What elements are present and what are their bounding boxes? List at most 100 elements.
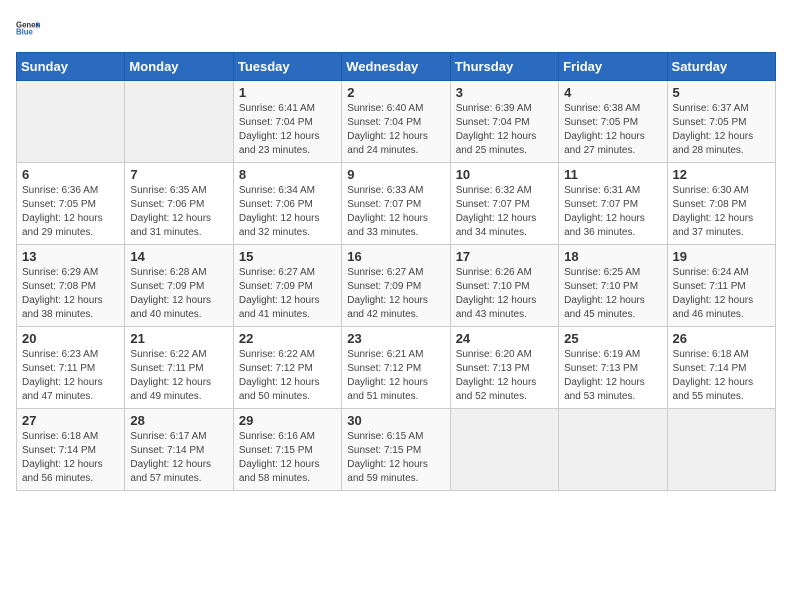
day-info: Sunrise: 6:22 AMSunset: 7:12 PMDaylight:… (239, 348, 336, 404)
day-info: Sunrise: 6:40 AMSunset: 7:04 PMDaylight:… (347, 102, 444, 158)
calendar-cell: 13Sunrise: 6:29 AMSunset: 7:08 PMDayligh… (17, 245, 125, 327)
generalblue-logo-icon: General Blue (16, 16, 40, 40)
calendar-cell: 16Sunrise: 6:27 AMSunset: 7:09 PMDayligh… (342, 245, 450, 327)
day-info: Sunrise: 6:37 AMSunset: 7:05 PMDaylight:… (673, 102, 770, 158)
day-info: Sunrise: 6:32 AMSunset: 7:07 PMDaylight:… (456, 184, 553, 240)
day-number: 23 (347, 331, 444, 346)
day-info: Sunrise: 6:18 AMSunset: 7:14 PMDaylight:… (673, 348, 770, 404)
day-number: 15 (239, 249, 336, 264)
day-number: 1 (239, 85, 336, 100)
calendar-cell: 7Sunrise: 6:35 AMSunset: 7:06 PMDaylight… (125, 163, 233, 245)
svg-text:Blue: Blue (16, 28, 34, 37)
calendar-cell (17, 81, 125, 163)
day-number: 17 (456, 249, 553, 264)
day-of-week-header: Sunday (17, 53, 125, 81)
day-number: 10 (456, 167, 553, 182)
calendar-cell: 24 Sunrise: 6:20 AMSunset: 7:13 PMDayligh… (450, 327, 558, 409)
day-number: 19 (673, 249, 770, 264)
calendar-header: SundayMondayTuesdayWednesdayThursdayFrid… (17, 53, 776, 81)
day-info: Sunrise: 6:36 AMSunset: 7:05 PMDaylight:… (22, 184, 119, 240)
calendar-cell: 1 Sunrise: 6:41 AMSunset: 7:04 PMDaylight… (233, 81, 341, 163)
day-info: Sunrise: 6:23 AMSunset: 7:11 PMDaylight:… (22, 348, 119, 404)
day-info: Sunrise: 6:34 AMSunset: 7:06 PMDaylight:… (239, 184, 336, 240)
day-number: 3 (456, 85, 553, 100)
calendar-cell (559, 409, 667, 491)
day-of-week-header: Saturday (667, 53, 775, 81)
day-of-week-header: Friday (559, 53, 667, 81)
calendar-week-row: 13Sunrise: 6:29 AMSunset: 7:08 PMDayligh… (17, 245, 776, 327)
calendar-cell: 17 Sunrise: 6:26 AMSunset: 7:10 PMDayligh… (450, 245, 558, 327)
day-number: 22 (239, 331, 336, 346)
calendar-cell: 27Sunrise: 6:18 AMSunset: 7:14 PMDayligh… (17, 409, 125, 491)
calendar-cell: 12 Sunrise: 6:30 AMSunset: 7:08 PMDayligh… (667, 163, 775, 245)
day-number: 8 (239, 167, 336, 182)
calendar-cell: 25Sunrise: 6:19 AMSunset: 7:13 PMDayligh… (559, 327, 667, 409)
calendar-cell (125, 81, 233, 163)
calendar-cell: 10 Sunrise: 6:32 AMSunset: 7:07 PMDayligh… (450, 163, 558, 245)
day-number: 24 (456, 331, 553, 346)
calendar-cell: 8 Sunrise: 6:34 AMSunset: 7:06 PMDaylight… (233, 163, 341, 245)
day-number: 12 (673, 167, 770, 182)
day-number: 28 (130, 413, 227, 428)
calendar-cell: 4Sunrise: 6:38 AMSunset: 7:05 PMDaylight… (559, 81, 667, 163)
calendar-cell: 21 Sunrise: 6:22 AMSunset: 7:11 PMDayligh… (125, 327, 233, 409)
day-number: 9 (347, 167, 444, 182)
day-info: Sunrise: 6:39 AMSunset: 7:04 PMDaylight:… (456, 102, 553, 158)
day-info: Sunrise: 6:20 AMSunset: 7:13 PMDaylight:… (456, 348, 553, 404)
day-number: 6 (22, 167, 119, 182)
day-info: Sunrise: 6:31 AMSunset: 7:07 PMDaylight:… (564, 184, 661, 240)
calendar-cell: 19 Sunrise: 6:24 AMSunset: 7:11 PMDayligh… (667, 245, 775, 327)
day-number: 4 (564, 85, 661, 100)
day-info: Sunrise: 6:18 AMSunset: 7:14 PMDaylight:… (22, 430, 119, 486)
calendar-table: SundayMondayTuesdayWednesdayThursdayFrid… (16, 52, 776, 491)
day-number: 2 (347, 85, 444, 100)
day-info: Sunrise: 6:15 AMSunset: 7:15 PMDaylight:… (347, 430, 444, 486)
calendar-cell: 5 Sunrise: 6:37 AMSunset: 7:05 PMDaylight… (667, 81, 775, 163)
day-number: 11 (564, 167, 661, 182)
day-info: Sunrise: 6:33 AMSunset: 7:07 PMDaylight:… (347, 184, 444, 240)
calendar-cell: 11 Sunrise: 6:31 AMSunset: 7:07 PMDayligh… (559, 163, 667, 245)
day-of-week-header: Tuesday (233, 53, 341, 81)
calendar-body: 1 Sunrise: 6:41 AMSunset: 7:04 PMDaylight… (17, 81, 776, 491)
day-info: Sunrise: 6:24 AMSunset: 7:11 PMDaylight:… (673, 266, 770, 322)
calendar-week-row: 6 Sunrise: 6:36 AMSunset: 7:05 PMDaylight… (17, 163, 776, 245)
calendar-cell: 14Sunrise: 6:28 AMSunset: 7:09 PMDayligh… (125, 245, 233, 327)
day-of-week-header: Wednesday (342, 53, 450, 81)
day-info: Sunrise: 6:27 AMSunset: 7:09 PMDaylight:… (239, 266, 336, 322)
day-of-week-header: Thursday (450, 53, 558, 81)
calendar-cell: 28 Sunrise: 6:17 AMSunset: 7:14 PMDayligh… (125, 409, 233, 491)
day-number: 26 (673, 331, 770, 346)
calendar-cell: 18 Sunrise: 6:25 AMSunset: 7:10 PMDayligh… (559, 245, 667, 327)
calendar-cell: 30 Sunrise: 6:15 AMSunset: 7:15 PMDayligh… (342, 409, 450, 491)
day-info: Sunrise: 6:30 AMSunset: 7:08 PMDaylight:… (673, 184, 770, 240)
calendar-week-row: 20Sunrise: 6:23 AMSunset: 7:11 PMDayligh… (17, 327, 776, 409)
calendar-week-row: 1 Sunrise: 6:41 AMSunset: 7:04 PMDaylight… (17, 81, 776, 163)
day-number: 18 (564, 249, 661, 264)
day-info: Sunrise: 6:21 AMSunset: 7:12 PMDaylight:… (347, 348, 444, 404)
calendar-cell: 2 Sunrise: 6:40 AMSunset: 7:04 PMDaylight… (342, 81, 450, 163)
day-number: 30 (347, 413, 444, 428)
day-number: 14 (130, 249, 227, 264)
day-number: 13 (22, 249, 119, 264)
calendar-cell: 20Sunrise: 6:23 AMSunset: 7:11 PMDayligh… (17, 327, 125, 409)
day-info: Sunrise: 6:16 AMSunset: 7:15 PMDaylight:… (239, 430, 336, 486)
day-info: Sunrise: 6:26 AMSunset: 7:10 PMDaylight:… (456, 266, 553, 322)
day-info: Sunrise: 6:27 AMSunset: 7:09 PMDaylight:… (347, 266, 444, 322)
day-info: Sunrise: 6:41 AMSunset: 7:04 PMDaylight:… (239, 102, 336, 158)
day-number: 21 (130, 331, 227, 346)
calendar-cell: 9 Sunrise: 6:33 AMSunset: 7:07 PMDaylight… (342, 163, 450, 245)
calendar-cell: 15 Sunrise: 6:27 AMSunset: 7:09 PMDayligh… (233, 245, 341, 327)
days-of-week-row: SundayMondayTuesdayWednesdayThursdayFrid… (17, 53, 776, 81)
day-number: 29 (239, 413, 336, 428)
calendar-cell (450, 409, 558, 491)
calendar-cell: 26 Sunrise: 6:18 AMSunset: 7:14 PMDayligh… (667, 327, 775, 409)
day-info: Sunrise: 6:25 AMSunset: 7:10 PMDaylight:… (564, 266, 661, 322)
calendar-cell (667, 409, 775, 491)
day-info: Sunrise: 6:22 AMSunset: 7:11 PMDaylight:… (130, 348, 227, 404)
day-info: Sunrise: 6:17 AMSunset: 7:14 PMDaylight:… (130, 430, 227, 486)
page-header: General Blue (16, 16, 776, 40)
day-info: Sunrise: 6:35 AMSunset: 7:06 PMDaylight:… (130, 184, 227, 240)
calendar-week-row: 27Sunrise: 6:18 AMSunset: 7:14 PMDayligh… (17, 409, 776, 491)
calendar-cell: 3 Sunrise: 6:39 AMSunset: 7:04 PMDaylight… (450, 81, 558, 163)
day-number: 5 (673, 85, 770, 100)
